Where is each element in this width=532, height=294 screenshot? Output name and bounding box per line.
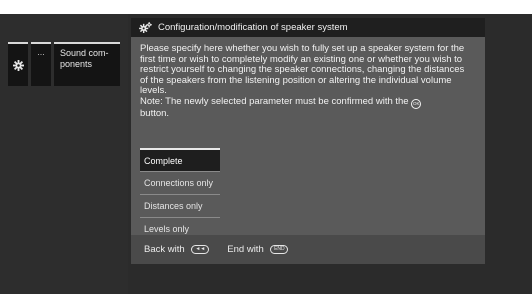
note-text-start: Note: The newly selected parameter must … xyxy=(140,95,409,107)
option-label: Distances only xyxy=(144,201,203,211)
dialog-title: Configuration/modification of speaker sy… xyxy=(158,22,348,33)
nav-item-sound-components[interactable]: Sound com- ponents xyxy=(54,42,120,86)
note-text-end: button. xyxy=(140,107,170,119)
tv-screen: … Sound com- ponents Configuration/modif… xyxy=(0,14,532,294)
nav-ellipsis[interactable]: … xyxy=(31,42,51,86)
gear-icon xyxy=(12,59,24,71)
gears-icon xyxy=(139,22,152,33)
ok-button-icon: OK xyxy=(411,98,422,109)
end-button-icon: END xyxy=(270,244,289,254)
back-hint[interactable]: Back with ◄◄ xyxy=(144,244,210,255)
option-label: Complete xyxy=(144,155,183,166)
nav-item-label: Sound com- ponents xyxy=(60,48,109,69)
end-label: End with xyxy=(227,244,264,255)
speaker-config-dialog: Configuration/modification of speaker sy… xyxy=(131,18,485,264)
option-distances-only[interactable]: Distances only xyxy=(140,194,220,217)
left-navigation-strip: … Sound com- ponents xyxy=(0,14,128,294)
option-label: Levels only xyxy=(144,224,190,234)
dialog-title-bar: Configuration/modification of speaker sy… xyxy=(131,18,485,37)
back-button-icon: ◄◄ xyxy=(191,244,210,254)
option-connections-only[interactable]: Connections only xyxy=(140,171,220,194)
dialog-footer: Back with ◄◄ End with END xyxy=(131,235,485,264)
options-list: Complete Connections only Distances only… xyxy=(140,148,220,240)
dialog-content: Please specify here whether you wish to … xyxy=(131,37,485,235)
back-label: Back with xyxy=(144,244,185,255)
option-complete[interactable]: Complete xyxy=(140,148,220,171)
dialog-description: Please specify here whether you wish to … xyxy=(140,43,470,119)
settings-gear-tab[interactable] xyxy=(8,42,28,86)
description-text: Please specify here whether you wish to … xyxy=(140,43,465,96)
end-hint[interactable]: End with END xyxy=(227,244,289,255)
option-label: Connections only xyxy=(144,178,214,188)
nav-breadcrumb: … Sound com- ponents xyxy=(8,42,120,86)
